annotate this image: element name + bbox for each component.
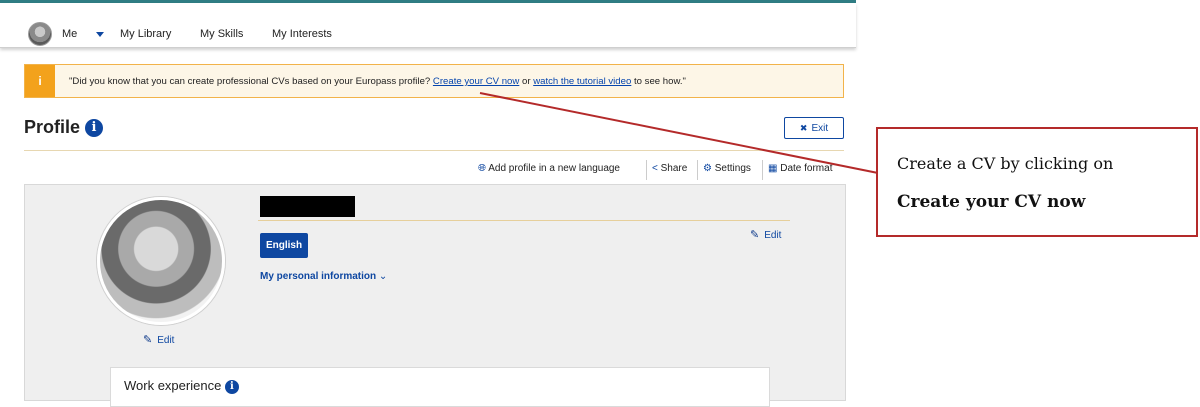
page-title: Profile i — [24, 117, 104, 138]
nav-my-skills[interactable]: My Skills — [200, 28, 243, 40]
settings-label: Settings — [714, 163, 751, 174]
chevron-down-icon: ⌄ — [378, 271, 388, 282]
divider — [24, 150, 844, 151]
instruction-callout: Create a CV by clicking on Create your C… — [876, 127, 1198, 237]
name-underline — [258, 220, 790, 221]
info-icon[interactable]: i — [224, 379, 239, 394]
create-cv-link[interactable]: Create your CV now — [433, 76, 519, 87]
callout-text: Create a CV by clicking on — [897, 154, 1114, 173]
nav-my-library[interactable]: My Library — [120, 28, 171, 40]
profile-photo — [97, 197, 225, 325]
personal-info-label: My personal information — [260, 271, 377, 282]
edit-label: Edit — [764, 230, 782, 241]
alert-message: "Did you know that you can create profes… — [69, 76, 686, 87]
language-button[interactable]: English — [260, 233, 308, 258]
work-experience-section: Work experience i — [110, 367, 770, 407]
chevron-down-icon[interactable] — [96, 32, 104, 37]
redacted-name — [260, 196, 355, 217]
profile-title-text: Profile — [24, 117, 81, 137]
photo-edit-button[interactable]: ✎ Edit — [143, 333, 174, 346]
settings-action[interactable]: ⚙ Settings — [703, 160, 751, 178]
work-experience-label: Work experience — [124, 378, 222, 393]
info-icon[interactable]: i — [85, 119, 104, 138]
close-icon: ✖ — [799, 123, 808, 133]
share-action[interactable]: < Share — [652, 160, 687, 178]
alert-text-end: to see how." — [634, 76, 686, 87]
me-menu[interactable]: Me — [62, 28, 77, 40]
info-alert-banner: i "Did you know that you can create prof… — [24, 64, 844, 98]
date-format-label: Date format — [780, 163, 833, 174]
gear-icon: ⚙ — [703, 163, 712, 174]
top-navigation-bar: Me My Library My Skills My Interests — [0, 3, 856, 48]
share-label: Share — [660, 163, 688, 174]
separator — [697, 160, 698, 180]
user-avatar-small[interactable] — [28, 22, 52, 46]
separator — [646, 160, 647, 180]
pencil-icon: ✎ — [143, 334, 153, 346]
globe-icon: 🌐︎ — [478, 163, 486, 174]
alert-text: "Did you know that you can create profes… — [69, 76, 431, 87]
alert-text-or: or — [521, 76, 531, 87]
callout-highlight: Create your CV now — [897, 192, 1086, 212]
separator — [762, 160, 763, 180]
pencil-icon: ✎ — [750, 229, 760, 241]
exit-label: Exit — [811, 123, 829, 134]
calendar-icon: ▦ — [768, 163, 778, 174]
nav-my-interests[interactable]: My Interests — [272, 28, 332, 40]
info-icon: i — [25, 65, 55, 97]
personal-info-toggle[interactable]: My personal information ⌄ — [260, 271, 387, 282]
add-language-action[interactable]: 🌐︎ Add profile in a new language — [478, 160, 620, 178]
exit-button[interactable]: ✖ Exit — [784, 117, 844, 139]
share-icon: < — [652, 163, 658, 174]
photo-edit-label: Edit — [157, 335, 175, 346]
add-language-label: Add profile in a new language — [488, 163, 620, 174]
section-title: Work experience i — [124, 378, 239, 394]
tutorial-video-link[interactable]: watch the tutorial video — [533, 76, 631, 87]
date-format-action[interactable]: ▦ Date format — [768, 160, 832, 178]
edit-button[interactable]: ✎ Edit — [750, 228, 781, 241]
